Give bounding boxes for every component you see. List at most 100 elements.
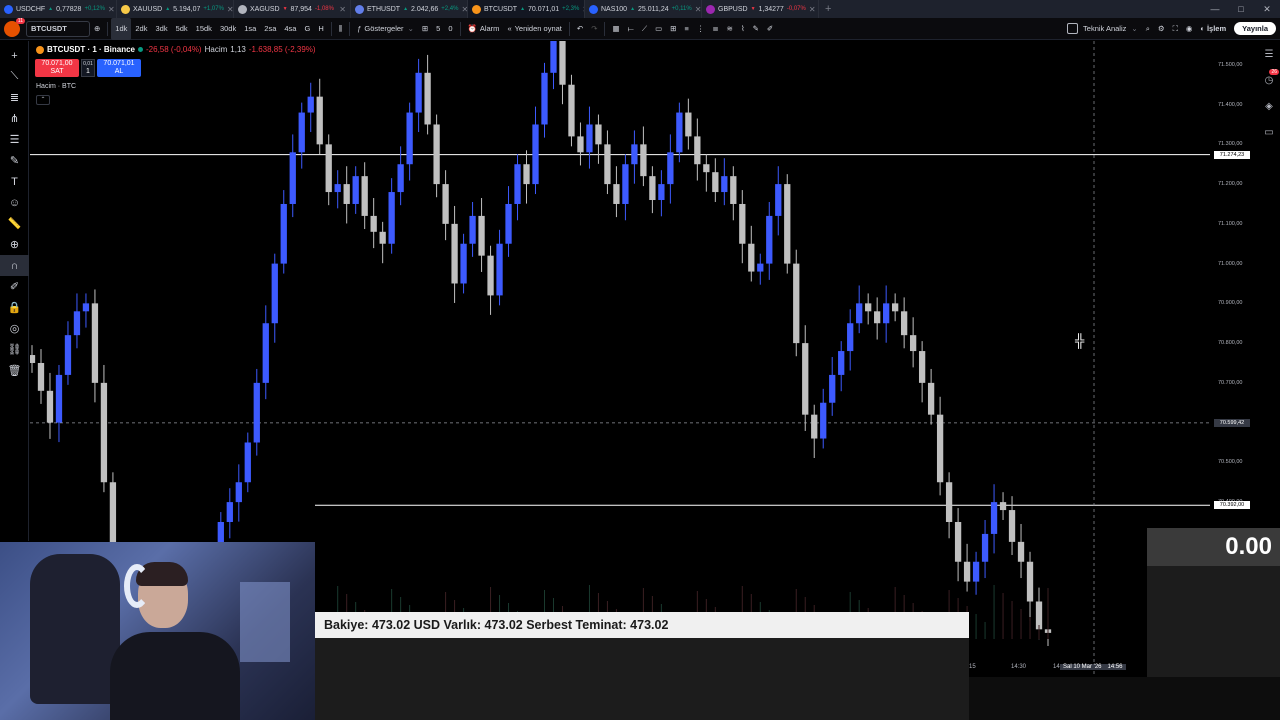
- brush-tool-icon[interactable]: ✎: [0, 150, 29, 171]
- eye-icon[interactable]: ◎: [0, 318, 29, 339]
- timeframe-3dk[interactable]: 3dk: [151, 18, 171, 40]
- tab-gbpusd[interactable]: GBPUSD ▼ 1,34277 -0,07% ✕: [702, 0, 819, 18]
- timeframe-15dk[interactable]: 15dk: [192, 18, 216, 40]
- timeframe-1sa[interactable]: 1sa: [240, 18, 260, 40]
- watchlist-icon[interactable]: ☰: [1258, 41, 1280, 67]
- close-window-icon[interactable]: ✕: [1254, 0, 1280, 18]
- lock-icon[interactable]: 🔒: [0, 297, 29, 318]
- tab-usdchf[interactable]: USDCHF ▲ 0,77828 +0,12% ✕: [0, 0, 117, 18]
- crosshair-icon[interactable]: +: [0, 45, 29, 66]
- divider: [349, 21, 351, 36]
- counter-b[interactable]: 0: [444, 18, 456, 40]
- price-tag[interactable]: 70.599,42: [1214, 418, 1250, 427]
- symbol-search[interactable]: BTCUSDT: [26, 20, 90, 37]
- timeframe-H[interactable]: H: [314, 18, 327, 40]
- chat-icon[interactable]: ▭: [1258, 119, 1280, 145]
- emoji-icon[interactable]: ☺: [0, 192, 29, 213]
- timeframe-2dk[interactable]: 2dk: [131, 18, 151, 40]
- alarm-button[interactable]: ⏰ Alarm: [464, 18, 504, 40]
- channel-tool-icon[interactable]: ≣: [0, 87, 29, 108]
- pen-icon[interactable]: ✐: [763, 18, 777, 40]
- legend-title[interactable]: BTCUSDT · 1 · Binance: [47, 45, 135, 54]
- analysis-button[interactable]: Teknik Analiz ⌄: [1063, 18, 1142, 40]
- publish-button[interactable]: Yayınla: [1234, 22, 1276, 35]
- text-tool-icon[interactable]: T: [0, 171, 29, 192]
- fullscreen-icon[interactable]: ⛶: [1169, 18, 1182, 40]
- horizontal-ray-icon[interactable]: ⟝: [624, 18, 638, 40]
- lines-icon[interactable]: ≡: [680, 18, 692, 40]
- trendline-icon[interactable]: ⟋: [638, 18, 651, 40]
- close-tab-icon[interactable]: ✕: [339, 5, 346, 14]
- replay-button[interactable]: «Yeniden oynat: [503, 18, 565, 40]
- candle-body: [514, 164, 521, 204]
- chart-type-icon[interactable]: ⫼: [335, 18, 346, 40]
- new-tab-icon[interactable]: +: [819, 3, 837, 15]
- candle-body: [487, 255, 494, 296]
- collapse-legend-icon[interactable]: ⌃: [36, 95, 50, 105]
- price-tag[interactable]: 71.274,23: [1214, 150, 1250, 159]
- candle-body: [811, 414, 818, 439]
- avatar[interactable]: 11: [4, 17, 25, 37]
- ruler-icon[interactable]: 📏: [0, 213, 29, 234]
- maximize-icon[interactable]: □: [1228, 0, 1254, 18]
- candle-body: [307, 96, 314, 113]
- tab-price: 0,77828: [56, 5, 82, 13]
- pitchfork-icon[interactable]: ⋔: [0, 108, 29, 129]
- tab-xauusd[interactable]: XAUUSD ▲ 5.194,07 +1,07% ✕: [117, 0, 234, 18]
- search-icon[interactable]: ⌕: [1142, 18, 1154, 40]
- rectangle-icon[interactable]: ▭: [651, 18, 666, 40]
- tab-btcusdt[interactable]: BTCUSDT▲70.071,01+2,3%✕: [468, 0, 585, 18]
- close-tab-icon[interactable]: ✕: [695, 5, 701, 14]
- timeframe-5dk[interactable]: 5dk: [172, 18, 192, 40]
- legend-volume-value: 1,13: [230, 45, 246, 54]
- undo-icon[interactable]: ↶: [573, 18, 587, 40]
- close-tab-icon[interactable]: ✕: [227, 5, 233, 14]
- pattern-icon[interactable]: ≋: [723, 18, 737, 40]
- grid-icon[interactable]: ▦: [608, 18, 623, 40]
- volume-bar: [1038, 625, 1040, 639]
- alerts-icon[interactable]: ◷ 26: [1258, 67, 1280, 93]
- volume-indicator-label[interactable]: Hacim · BTC: [36, 83, 76, 90]
- line-tool-icon[interactable]: ⟍: [0, 66, 29, 87]
- brush-icon[interactable]: ✎: [749, 18, 763, 40]
- close-tab-icon[interactable]: ✕: [809, 5, 816, 14]
- candle-body: [388, 192, 395, 244]
- timeframe-1dk[interactable]: 1dk: [111, 17, 132, 40]
- vertical-line-icon[interactable]: ⋮: [693, 18, 709, 40]
- magnet-icon[interactable]: ∩: [0, 255, 29, 276]
- price-axis[interactable]: 71.500,00 71.400,00 71.300,00 71.200,00 71.1…: [1212, 41, 1258, 643]
- timeframe-30dk[interactable]: 30dk: [216, 18, 240, 40]
- timeframe-4sa[interactable]: 4sa: [280, 18, 300, 40]
- tab-price: 25.011,24: [638, 5, 669, 13]
- layers-icon[interactable]: ◈: [1258, 93, 1280, 119]
- trade-button[interactable]: ◐ İşlem: [1196, 18, 1230, 40]
- gear-icon[interactable]: ⚙: [1154, 18, 1169, 40]
- fib-tool-icon[interactable]: ☰: [0, 129, 29, 150]
- buy-button[interactable]: 70.071,01 AL: [97, 59, 141, 77]
- link-icon[interactable]: ⛓: [0, 339, 29, 360]
- tab-nas100[interactable]: NAS100 ▲ 25.011,24 +0,11% ✕: [585, 0, 702, 18]
- price-tag[interactable]: 70.392,00: [1214, 501, 1250, 510]
- indicators-button[interactable]: ƒ Göstergeler ⌄: [353, 18, 418, 40]
- templates-icon[interactable]: ⊞: [418, 18, 432, 40]
- layout-icon[interactable]: ⊞: [666, 18, 680, 40]
- trash-icon[interactable]: 🗑: [0, 360, 29, 381]
- zoom-icon[interactable]: ⊕: [0, 234, 29, 255]
- time-axis[interactable]: 15 14:30 14 Sal 10 Mar '26 14:56: [969, 662, 1149, 674]
- camera-icon[interactable]: ◉: [1182, 18, 1197, 40]
- timeframe-G[interactable]: G: [300, 18, 314, 40]
- close-tab-icon[interactable]: ✕: [108, 5, 115, 14]
- spread-qty[interactable]: 0,01 1: [81, 59, 95, 77]
- fib-icon[interactable]: ≣: [708, 18, 722, 40]
- candle-body: [406, 112, 413, 165]
- timeframe-2sa[interactable]: 2sa: [260, 18, 280, 40]
- compare-icon[interactable]: ⊕: [90, 18, 104, 40]
- tab-ethusdt[interactable]: ETHUSDT ▲ 2.042,66 +2,4% ✕: [351, 0, 468, 18]
- minimize-icon[interactable]: —: [1202, 0, 1228, 18]
- redo-icon[interactable]: ↷: [587, 18, 601, 40]
- tab-xagusd[interactable]: XAGUSD ▼ 87,954 -1,08% ✕: [234, 0, 351, 18]
- counter-a[interactable]: 5: [432, 18, 444, 40]
- sell-button[interactable]: 70.071,00 SAT: [35, 59, 79, 77]
- wave-icon[interactable]: ⌇: [737, 18, 749, 40]
- lock-drawing-icon[interactable]: ✐: [0, 276, 29, 297]
